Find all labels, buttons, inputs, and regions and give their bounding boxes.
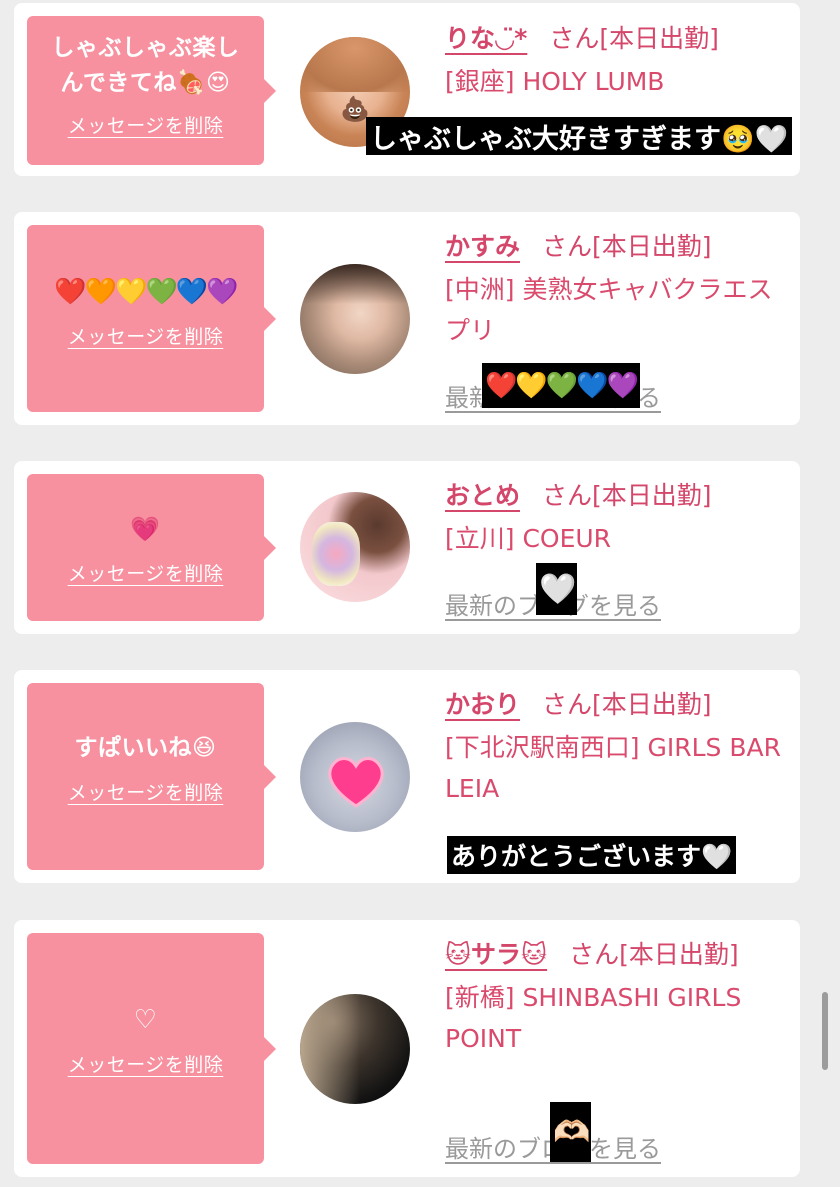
favorite-card: すぱいいね😆 メッセージを削除 かおり さん[本日出勤] [下北沢駅南西口] GI… <box>14 670 800 883</box>
message-bubble: しゃぶしゃぶ楽し んできてね🍖😍 メッセージを削除 <box>27 16 276 165</box>
shop-name: [銀座] HOLY LUMB <box>445 67 665 96</box>
message-bubble: ❤️🧡💛💚💙💜 メッセージを削除 <box>27 225 276 412</box>
message-text: 💗 <box>130 515 161 543</box>
message-bubble: 💗 メッセージを削除 <box>27 474 276 621</box>
favorite-card: しゃぶしゃぶ楽し んできてね🍖😍 メッセージを削除 💩 りな◡̈* さん[本日出勤… <box>14 3 800 176</box>
attendance-status: さん[本日出勤] <box>549 24 719 53</box>
cast-info: おとめ さん[本日出勤] [立川] COEUR <box>445 475 793 559</box>
story-caption-overlay: ありがとうございます🤍 <box>447 836 737 874</box>
attendance-status: さん[本日出勤] <box>542 690 712 719</box>
message-bubble: すぱいいね😆 メッセージを削除 <box>27 683 276 870</box>
attendance-status: さん[本日出勤] <box>542 481 712 510</box>
cast-name-link[interactable]: 🐱サラ🐱 <box>445 940 547 969</box>
avatar[interactable] <box>300 994 410 1104</box>
attendance-status: さん[本日出勤] <box>569 940 739 969</box>
avatar[interactable] <box>300 722 410 832</box>
cast-name-link[interactable]: かおり <box>445 690 520 719</box>
message-text: ❤️🧡💛💚💙💜 <box>54 277 238 307</box>
favorite-card: ❤️🧡💛💚💙💜 メッセージを削除 かすみ さん[本日出勤] [中洲] 美熟女キャバ… <box>14 212 800 425</box>
delete-message-link[interactable]: メッセージを削除 <box>68 1050 224 1077</box>
delete-message-link[interactable]: メッセージを削除 <box>68 778 224 805</box>
heart-sticker-icon <box>322 746 390 814</box>
shop-name: [立川] COEUR <box>445 524 612 553</box>
message-text: すぱいいね😆 <box>74 735 217 761</box>
shop-name: [下北沢駅南西口] GIRLS BAR LEIA <box>445 733 781 803</box>
shop-name: [新橋] SHINBASHI GIRLS POINT <box>445 983 742 1053</box>
message-text: しゃぶしゃぶ楽し んできてね🍖😍 <box>51 35 240 96</box>
avatar[interactable] <box>300 492 410 602</box>
message-text: ♡ <box>133 1005 158 1035</box>
favorite-card: 💗 メッセージを削除 おとめさん[本日出勤] [立川] COEUR 最新のブログ… <box>14 461 800 634</box>
emoji-sticker-overlay: ❤️💛💚💙💜 <box>482 363 640 408</box>
favorite-card: ♡ メッセージを削除 🐱サラ🐱 さん[本日出勤] [新橋] SHINBASHI G… <box>14 920 800 1177</box>
attendance-status: さん[本日出勤] <box>542 232 712 261</box>
cast-name-link[interactable]: かすみ <box>445 232 520 261</box>
emoji-sticker-overlay: 🤍 <box>536 563 578 615</box>
shop-name: [中洲] 美熟女キャバクラエスプリ <box>445 275 773 345</box>
delete-message-link[interactable]: メッセージを削除 <box>68 559 224 586</box>
delete-message-link[interactable]: メッセージを削除 <box>68 322 224 349</box>
message-bubble: ♡ メッセージを削除 <box>27 933 276 1164</box>
cast-name-link[interactable]: おとめ <box>445 481 520 510</box>
emoji-sticker-overlay: 🫶🏻 <box>550 1102 592 1162</box>
cast-info: かおり さん[本日出勤] [下北沢駅南西口] GIRLS BAR LEIA <box>445 684 793 809</box>
delete-message-link[interactable]: メッセージを削除 <box>68 111 224 138</box>
cast-info: かすみ さん[本日出勤] [中洲] 美熟女キャバクラエスプリ <box>445 226 793 351</box>
cast-info: 🐱サラ🐱 さん[本日出勤] [新橋] SHINBASHI GIRLS POINT <box>445 934 793 1059</box>
cast-name-link[interactable]: りな◡̈* <box>445 24 527 53</box>
story-caption-overlay: しゃぶしゃぶ大好きすぎます🥹🤍 <box>366 117 793 155</box>
cast-info: りな◡̈* さん[本日出勤] [銀座] HOLY LUMB <box>445 18 793 102</box>
avatar[interactable] <box>300 264 410 374</box>
vertical-scrollbar[interactable] <box>822 992 828 1070</box>
